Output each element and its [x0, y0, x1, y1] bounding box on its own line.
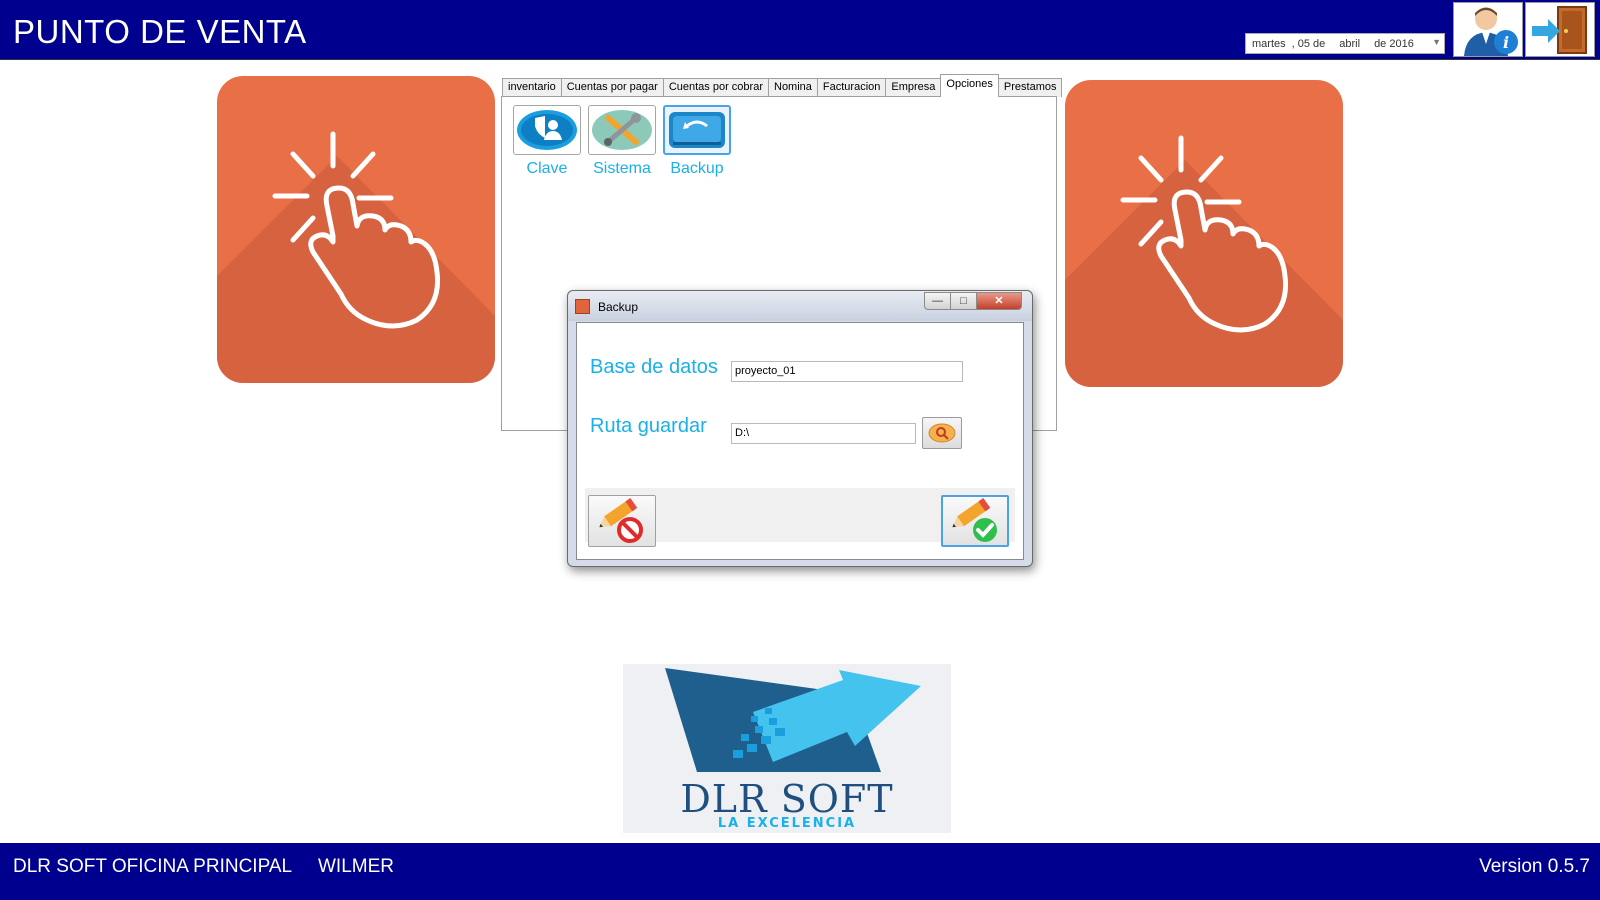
database-field[interactable]: proyecto_01	[731, 361, 963, 382]
user-info-icon: i	[1464, 7, 1518, 56]
option-label: Backup	[670, 160, 724, 177]
cancel-icon	[599, 498, 643, 543]
database-label: Base de datos	[590, 356, 718, 378]
sistema-button[interactable]	[588, 105, 656, 155]
tab-prestamos[interactable]: Prestamos	[997, 78, 1063, 97]
chevron-down-icon[interactable]: ▼	[1432, 37, 1441, 47]
app-icon	[575, 299, 590, 314]
path-field[interactable]: D:\	[731, 423, 916, 444]
cancel-button[interactable]	[588, 495, 656, 547]
exit-door-icon	[1532, 5, 1587, 54]
close-button[interactable]: ✕	[976, 292, 1022, 310]
logo-slogan: LA EXCELENCIA	[717, 816, 857, 831]
tab-opciones[interactable]: Opciones	[940, 74, 999, 97]
svg-text:i: i	[1503, 33, 1509, 52]
tab-cuentas-por-cobrar[interactable]: Cuentas por cobrar	[662, 78, 769, 97]
tab-empresa[interactable]: Empresa	[885, 78, 942, 97]
browse-folder-button[interactable]	[922, 417, 962, 449]
current-user: WILMER	[318, 856, 394, 877]
tab-facturacion[interactable]: Facturacion	[816, 78, 887, 97]
right-tap-tile[interactable]	[1065, 80, 1343, 387]
tab-inventario[interactable]: inventario	[502, 78, 562, 97]
header-bar: PUNTO DE VENTA martes , 05 de abril de 2…	[0, 0, 1600, 60]
accept-button[interactable]	[941, 495, 1009, 547]
logo-brand: DLR SOFT	[680, 777, 894, 821]
tap-hand-icon	[217, 131, 495, 383]
backup-drive-icon	[669, 112, 725, 148]
app-version: Version 0.5.7	[1479, 856, 1590, 877]
accept-icon	[952, 498, 997, 542]
dialog-title: Backup	[598, 300, 639, 314]
left-tap-tile[interactable]	[217, 76, 495, 383]
exit-button[interactable]	[1525, 2, 1595, 57]
option-label: Sistema	[593, 160, 651, 177]
module-tabs: inventario Cuentas por pagar Cuentas por…	[502, 74, 1063, 97]
office-name: DLR SOFT OFICINA PRINCIPAL	[13, 856, 293, 877]
tap-hand-icon	[1065, 135, 1343, 387]
date-year: de 2016	[1374, 37, 1414, 50]
backup-button[interactable]	[663, 105, 731, 155]
dlr-logo-icon	[665, 668, 921, 772]
date-picker[interactable]: martes , 05 de abril de 2016 ▼	[1245, 33, 1445, 54]
option-sistema[interactable]: Sistema	[587, 105, 657, 178]
status-bar: DLR SOFT OFICINA PRINCIPAL WILMER Versio…	[0, 843, 1600, 900]
company-logo: DLR SOFT LA EXCELENCIA	[623, 664, 951, 833]
clave-button[interactable]	[513, 105, 581, 155]
tab-nomina[interactable]: Nomina	[768, 78, 818, 97]
option-backup[interactable]: Backup	[662, 105, 732, 178]
date-month: abril	[1339, 37, 1361, 50]
dialog-titlebar[interactable]: Backup — □ ✕	[568, 291, 1032, 321]
option-clave[interactable]: Clave	[512, 105, 582, 178]
path-label: Ruta guardar	[590, 415, 707, 437]
app-title: PUNTO DE VENTA	[13, 13, 307, 50]
maximize-button[interactable]: □	[950, 292, 977, 310]
security-user-icon	[517, 110, 577, 150]
user-info-button[interactable]: i	[1453, 2, 1523, 57]
minimize-button[interactable]: —	[924, 292, 951, 310]
option-label: Clave	[526, 160, 568, 177]
date-day: , 05 de	[1291, 37, 1326, 50]
date-weekday: martes	[1252, 37, 1286, 50]
main-window: PUNTO DE VENTA martes , 05 de abril de 2…	[0, 0, 1600, 900]
tab-cuentas-por-pagar[interactable]: Cuentas por pagar	[560, 78, 664, 97]
search-folder-icon	[928, 423, 956, 443]
tools-icon	[592, 110, 652, 150]
